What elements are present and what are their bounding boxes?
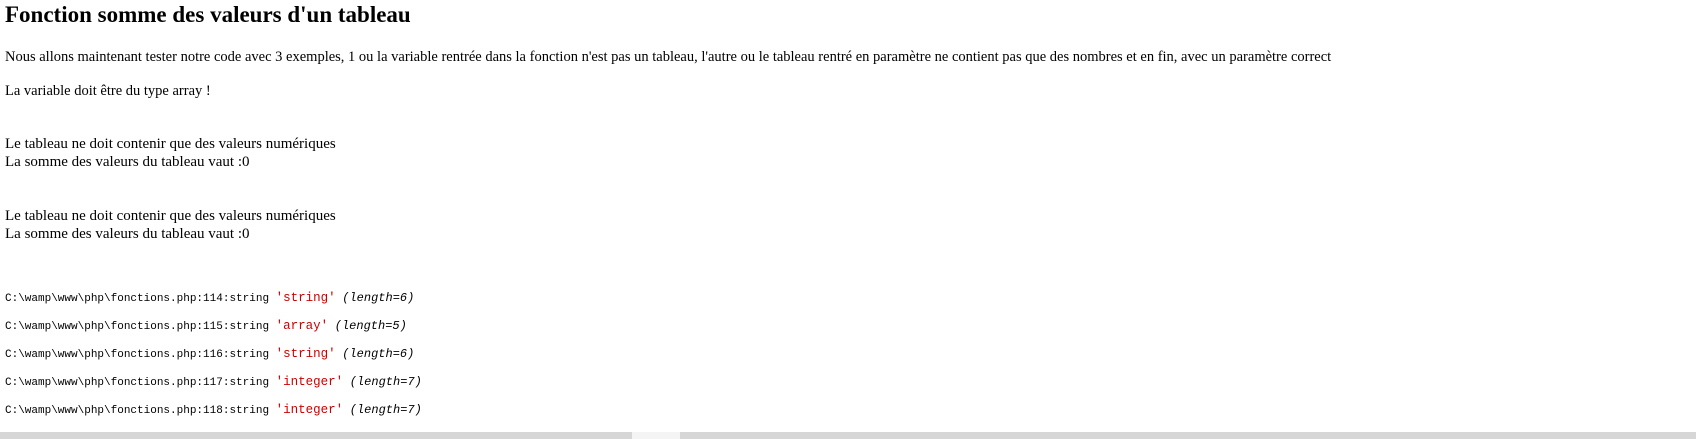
page-title: Fonction somme des valeurs d'un tableau: [5, 2, 411, 27]
var-dump-line: C:\wamp\www\php\fonctions.php:116:string…: [5, 347, 414, 362]
dump-file-location: C:\wamp\www\php\fonctions.php:115:: [5, 321, 230, 333]
dump-length: (length=7): [349, 375, 422, 389]
scrollbar-track-left[interactable]: [0, 432, 632, 439]
dump-length: (length=6): [342, 291, 415, 305]
var-dump-line: C:\wamp\www\php\fonctions.php:114:string…: [5, 291, 414, 306]
var-dump-line: C:\wamp\www\php\fonctions.php:118:string…: [5, 403, 422, 418]
error-not-array-message: La variable doit être du type array !: [5, 83, 211, 99]
sum-result-message: La somme des valeurs du tableau vaut :0: [5, 226, 250, 242]
dump-type: string: [229, 377, 270, 389]
var-dump-line: C:\wamp\www\php\fonctions.php:117:string…: [5, 375, 422, 390]
dump-type: string: [229, 321, 270, 333]
dump-length: (length=6): [342, 347, 415, 361]
dump-file-location: C:\wamp\www\php\fonctions.php:118:: [5, 405, 230, 417]
sum-result-message: La somme des valeurs du tableau vaut :0: [5, 154, 250, 170]
result-block: Le tableau ne doit contenir que des vale…: [5, 207, 336, 243]
dump-value: 'array': [275, 319, 329, 333]
dump-value: 'string': [275, 291, 336, 305]
dump-value: 'integer': [275, 403, 344, 417]
dump-length: (length=7): [349, 403, 422, 417]
scrollbar-track-right[interactable]: [680, 432, 1696, 439]
dump-file-location: C:\wamp\www\php\fonctions.php:114:: [5, 293, 230, 305]
dump-length: (length=5): [334, 319, 407, 333]
dump-file-location: C:\wamp\www\php\fonctions.php:116:: [5, 349, 230, 361]
intro-paragraph: Nous allons maintenant tester notre code…: [5, 49, 1332, 65]
var-dump-line: C:\wamp\www\php\fonctions.php:115:string…: [5, 319, 407, 334]
dump-type: string: [229, 293, 270, 305]
horizontal-scrollbar[interactable]: [0, 432, 1696, 439]
dump-value: 'integer': [275, 375, 344, 389]
result-block: Le tableau ne doit contenir que des vale…: [5, 135, 336, 171]
dump-value: 'string': [275, 347, 336, 361]
dump-file-location: C:\wamp\www\php\fonctions.php:117:: [5, 377, 230, 389]
dump-type: string: [229, 349, 270, 361]
scrollbar-thumb[interactable]: [632, 432, 680, 439]
numeric-warning-message: Le tableau ne doit contenir que des vale…: [5, 208, 336, 224]
dump-type: string: [229, 405, 270, 417]
numeric-warning-message: Le tableau ne doit contenir que des vale…: [5, 136, 336, 152]
